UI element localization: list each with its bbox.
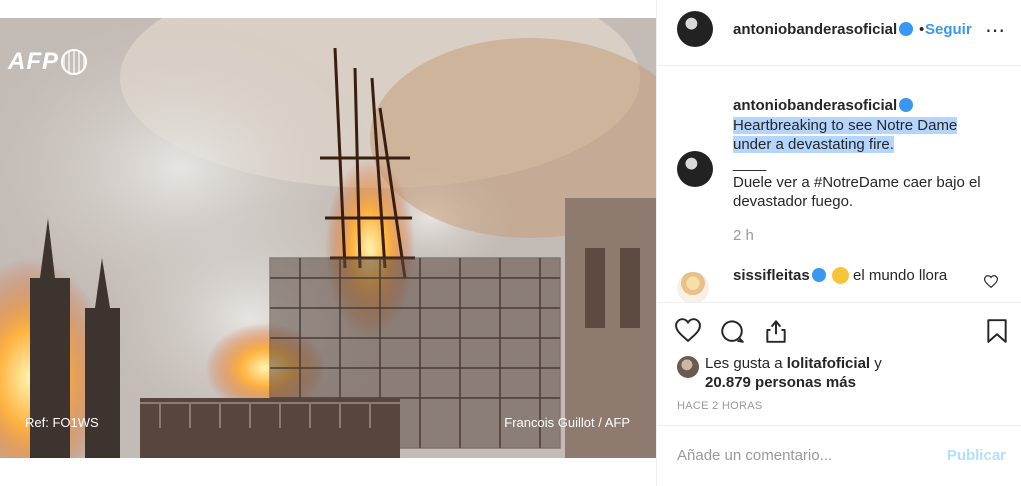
crying-emoji-icon <box>832 267 849 284</box>
commenter-username[interactable]: sissifleitas <box>733 267 826 284</box>
commenter-avatar[interactable] <box>677 272 709 302</box>
author-avatar[interactable] <box>677 11 713 47</box>
add-comment-bar: Publicar <box>657 425 1021 486</box>
photo-credit: Francois Guillot / AFP <box>504 415 630 430</box>
caption-line: devastador fuego. <box>733 193 854 210</box>
comment-input[interactable] <box>677 444 927 466</box>
post-photo[interactable]: AFP Ref: FO1WS Francois Guillot / AFP <box>0 18 656 458</box>
header-separator: • <box>919 21 925 38</box>
caption-line: Duele ver a #NotreDame caer bajo el <box>733 174 981 191</box>
caption-line: Heartbreaking to see Notre Dame <box>733 117 958 134</box>
post-timestamp[interactable]: HACE 2 HORAS <box>677 400 763 412</box>
caption-timestamp[interactable]: 2 h <box>733 227 754 244</box>
post-side-panel: antoniobanderasoficial • Seguir ⋯ antoni… <box>656 0 1021 486</box>
caption-avatar[interactable] <box>677 151 713 187</box>
post-header: antoniobanderasoficial • Seguir ⋯ <box>657 0 1021 66</box>
verified-badge-icon <box>899 22 914 36</box>
publish-button[interactable]: Publicar <box>947 447 1006 464</box>
heart-icon[interactable] <box>675 318 701 342</box>
comments-list[interactable]: antoniobanderasoficial Heartbreaking to … <box>657 67 1021 303</box>
comment-text: el mundo llora <box>853 267 948 284</box>
caption-line: ____ <box>733 155 767 172</box>
caption-username[interactable]: antoniobanderasoficial <box>733 97 914 114</box>
comment-icon[interactable] <box>719 318 745 344</box>
more-options-icon[interactable]: ⋯ <box>985 18 1006 43</box>
liker-avatar[interactable] <box>677 356 699 378</box>
likes-count[interactable]: 20.879 personas más <box>705 374 856 391</box>
author-username[interactable]: antoniobanderasoficial <box>733 21 914 38</box>
verified-badge-icon <box>899 98 914 112</box>
likes-summary: Les gusta a lolitafoficial y <box>705 355 882 372</box>
post-actions <box>657 310 1021 350</box>
afp-logo: AFP <box>8 48 87 76</box>
follow-button[interactable]: Seguir <box>925 21 972 38</box>
caption-line: under a devastating fire. <box>733 136 894 153</box>
notre-dame-fire-image <box>0 18 656 458</box>
afp-globe-icon <box>61 49 87 75</box>
verified-badge-icon <box>811 268 826 282</box>
like-comment-heart-icon[interactable] <box>984 275 998 288</box>
share-icon[interactable] <box>763 318 789 344</box>
bookmark-icon[interactable] <box>986 318 1008 344</box>
liker-username[interactable]: lolitafoficial <box>787 355 870 372</box>
photo-reference: Ref: FO1WS <box>25 415 99 430</box>
